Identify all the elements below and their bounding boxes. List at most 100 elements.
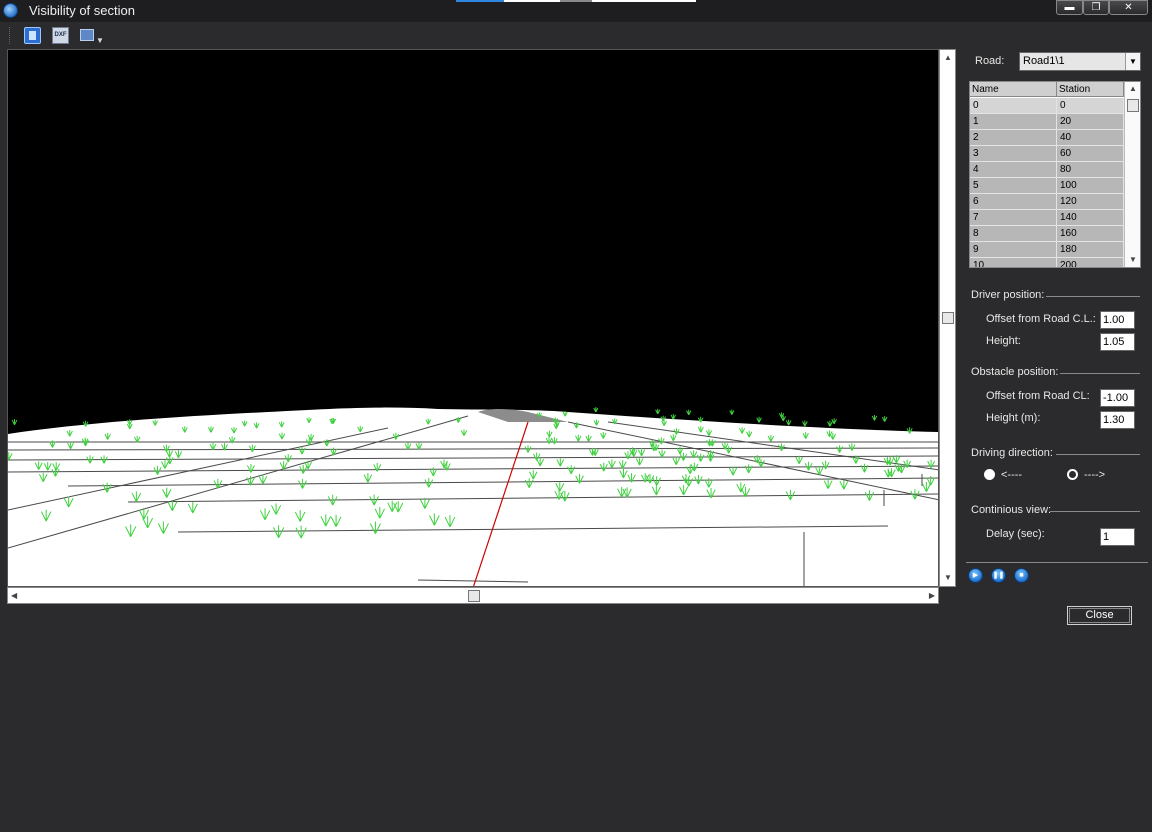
- cell-name[interactable]: 4: [970, 162, 1057, 178]
- stop-icon: ■: [1019, 572, 1024, 579]
- column-header-station[interactable]: Station: [1057, 82, 1124, 97]
- pause-button[interactable]: ❚❚: [991, 568, 1006, 583]
- table-row[interactable]: 00: [970, 98, 1124, 114]
- scroll-thumb[interactable]: [942, 312, 954, 324]
- 3d-viewport[interactable]: [7, 49, 939, 587]
- table-row[interactable]: 5 100: [970, 178, 1124, 194]
- cell-station[interactable]: 0: [1057, 98, 1124, 114]
- scroll-up-icon[interactable]: ▲: [944, 54, 952, 62]
- cell-name[interactable]: 9: [970, 242, 1057, 258]
- road-label: Road:: [975, 55, 1005, 67]
- close-button[interactable]: Close: [1067, 606, 1132, 625]
- stop-button[interactable]: ■: [1014, 568, 1029, 583]
- obstacle-height-input[interactable]: [1100, 411, 1135, 429]
- pause-icon: ❚❚: [992, 572, 1005, 579]
- grass-tuft: [831, 418, 837, 425]
- section-divider: [1046, 296, 1140, 297]
- scroll-down-icon[interactable]: ▼: [1129, 256, 1137, 264]
- export-dropdown-icon[interactable]: ▼: [80, 27, 104, 45]
- driving-direction-heading: Driving direction:: [971, 447, 1053, 459]
- cell-station[interactable]: 120: [1057, 194, 1124, 210]
- chevron-down-icon[interactable]: ▼: [1125, 53, 1140, 70]
- table-row[interactable]: 7 140: [970, 210, 1124, 226]
- cell-name[interactable]: 8: [970, 226, 1057, 242]
- cell-name[interactable]: 0: [970, 98, 1057, 114]
- direction-right-label: ---->: [1084, 469, 1106, 481]
- cell-station[interactable]: 200: [1057, 258, 1124, 267]
- grass-tuft: [801, 420, 808, 427]
- table-row[interactable]: 9 180: [970, 242, 1124, 258]
- export-image-icon: [80, 29, 94, 41]
- direction-right-radio[interactable]: [1067, 469, 1078, 480]
- driver-offset-input[interactable]: [1100, 311, 1135, 329]
- maximize-button[interactable]: ❐: [1083, 0, 1109, 15]
- table-row[interactable]: 8 160: [970, 226, 1124, 242]
- minimize-icon: ▬: [1064, 2, 1075, 13]
- dxf-label: DXF: [54, 32, 67, 38]
- scroll-down-icon[interactable]: ▼: [944, 574, 952, 582]
- station-table[interactable]: Name Station 0 0 1 20 2 40 3 60 4 80 5 100 6 120 7 140 8…: [969, 81, 1141, 268]
- scroll-thumb[interactable]: [1127, 99, 1139, 112]
- cell-name[interactable]: 10: [970, 258, 1057, 267]
- close-window-button[interactable]: ✕: [1109, 0, 1148, 15]
- direction-left-radio[interactable]: [984, 469, 995, 480]
- cell-station[interactable]: 40: [1057, 130, 1124, 146]
- minimize-button[interactable]: ▬: [1056, 0, 1083, 15]
- window-title: Visibility of section: [29, 3, 135, 18]
- cell-station[interactable]: 20: [1057, 114, 1124, 130]
- scroll-up-icon[interactable]: ▲: [1129, 85, 1137, 93]
- clipboard-icon[interactable]: [24, 27, 41, 44]
- table-row[interactable]: 3 60: [970, 146, 1124, 162]
- delay-label: Delay (sec):: [986, 528, 1045, 540]
- table-row[interactable]: 1 20: [970, 114, 1124, 130]
- title-accent: [504, 0, 696, 2]
- horizontal-scrollbar[interactable]: ◀ ▶: [7, 587, 939, 604]
- cell-station[interactable]: 180: [1057, 242, 1124, 258]
- obstacle-height-label: Height (m):: [986, 412, 1041, 424]
- driver-height-input[interactable]: [1100, 333, 1135, 351]
- cell-name[interactable]: 6: [970, 194, 1057, 210]
- table-row[interactable]: 4 80: [970, 162, 1124, 178]
- table-row[interactable]: 10 200: [970, 258, 1124, 267]
- toolbar-grip: [9, 27, 12, 44]
- app-icon: [3, 3, 18, 18]
- cell-name[interactable]: 2: [970, 130, 1057, 146]
- grass-tuft: [881, 416, 888, 422]
- cell-station[interactable]: 160: [1057, 226, 1124, 242]
- table-row[interactable]: 6 120: [970, 194, 1124, 210]
- title-accent: [560, 0, 592, 2]
- scroll-thumb[interactable]: [468, 590, 480, 602]
- scroll-right-icon[interactable]: ▶: [929, 592, 935, 600]
- cell-name[interactable]: 7: [970, 210, 1057, 226]
- grass-tuft: [655, 408, 661, 415]
- road-scene[interactable]: [8, 50, 939, 587]
- table-row[interactable]: 2 40: [970, 130, 1124, 146]
- delay-input[interactable]: [1100, 528, 1135, 546]
- vertical-scrollbar[interactable]: ▲ ▼: [939, 49, 956, 587]
- grass-tuft: [593, 407, 599, 413]
- column-header-name[interactable]: Name: [970, 82, 1057, 97]
- play-button[interactable]: ▶: [968, 568, 983, 583]
- grass-tuft: [729, 409, 735, 415]
- road-select[interactable]: Road1\1 ▼: [1019, 52, 1141, 71]
- road-select-value: Road1\1: [1023, 55, 1065, 67]
- cell-station[interactable]: 100: [1057, 178, 1124, 194]
- driver-position-heading: Driver position:: [971, 289, 1045, 301]
- table-scrollbar[interactable]: ▲ ▼: [1124, 82, 1140, 267]
- grass-tuft: [686, 409, 692, 416]
- section-divider: [1056, 454, 1140, 455]
- cell-name[interactable]: 1: [970, 114, 1057, 130]
- section-divider: [1050, 511, 1140, 512]
- dxf-export-icon[interactable]: DXF: [52, 27, 69, 44]
- cell-station[interactable]: 140: [1057, 210, 1124, 226]
- chevron-down-icon: ▼: [96, 36, 104, 45]
- obstacle-offset-input[interactable]: [1100, 389, 1135, 407]
- direction-left-label: <----: [1001, 469, 1023, 481]
- cell-station[interactable]: 60: [1057, 146, 1124, 162]
- obstacle-offset-label: Offset from Road CL:: [986, 390, 1090, 402]
- scroll-left-icon[interactable]: ◀: [11, 592, 17, 600]
- cell-name[interactable]: 3: [970, 146, 1057, 162]
- cell-name[interactable]: 5: [970, 178, 1057, 194]
- continuous-view-heading: Continious view:: [971, 504, 1052, 516]
- cell-station[interactable]: 80: [1057, 162, 1124, 178]
